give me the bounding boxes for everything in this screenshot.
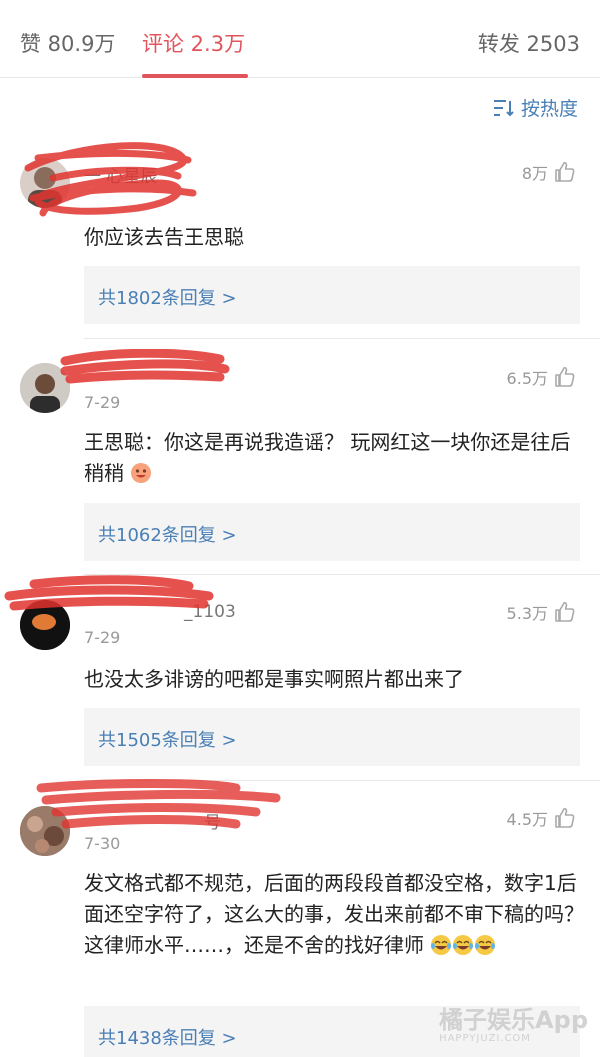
avatar[interactable] — [20, 600, 70, 650]
tears-of-joy-emoji-icon — [475, 935, 496, 955]
username[interactable]: 号 — [84, 808, 221, 833]
replies-count: 共1505条回复 > — [98, 730, 237, 751]
like-count: 6.5万 — [506, 369, 548, 388]
tab-bar: 赞 80.9万 评论 2.3万 转发 2503 — [0, 0, 600, 78]
tears-of-joy-emoji-icon — [431, 935, 452, 955]
sort-by-hot-button[interactable]: 按热度 — [493, 94, 578, 121]
tab-reposts[interactable]: 转发 2503 — [478, 28, 580, 58]
replies-count: 共1438条回复 > — [98, 1028, 237, 1049]
sort-label: 按热度 — [520, 98, 578, 120]
thumbs-up-icon — [555, 366, 575, 387]
username[interactable]: _1103 — [84, 602, 236, 622]
like-button[interactable]: 8万 — [522, 160, 576, 184]
watermark-subtext: HAPPYJUZI.COM — [439, 1033, 531, 1044]
like-button[interactable]: 4.5万 — [507, 806, 576, 830]
replies-count: 共1062条回复 > — [98, 525, 237, 546]
tears-of-joy-emoji-icon — [453, 935, 474, 955]
like-count: 8万 — [521, 164, 548, 183]
divider — [84, 338, 600, 339]
grinning-face-emoji-icon — [131, 463, 152, 483]
divider — [84, 574, 600, 575]
redaction-scribble — [60, 349, 230, 384]
username-visible-part: _1103 — [184, 602, 236, 622]
username[interactable]: 一 心星辰 — [84, 162, 157, 187]
avatar[interactable] — [20, 363, 70, 413]
tab-likes[interactable]: 赞 80.9万 — [20, 28, 115, 58]
divider — [84, 780, 600, 781]
comment-text-content: 发文格式都不规范，后面的两段段首都没空格，数字1后面还空字符了，这么大的事，发出… — [84, 871, 584, 957]
comment-text: 也没太多诽谤的吧都是事实啊照片都出来了 — [84, 667, 464, 691]
thumbs-up-icon — [555, 161, 575, 182]
comment-text: 王思聪：你这是再说我造谣？ 玩网红这一块你还是往后稍稍 — [84, 427, 584, 489]
like-button[interactable]: 6.5万 — [507, 365, 576, 389]
watermark-logo: 橘子娱乐App HAPPYJUZI.COM — [439, 1000, 588, 1044]
avatar[interactable] — [20, 158, 70, 208]
comment-text-content: 王思聪：你这是再说我造谣？ 玩网红这一块你还是往后稍稍 — [84, 430, 571, 485]
like-count: 5.3万 — [506, 604, 548, 623]
tab-comments[interactable]: 评论 2.3万 — [142, 28, 245, 58]
thumbs-up-icon — [555, 601, 575, 622]
replies-count: 共1802条回复 > — [98, 288, 237, 309]
view-replies-button[interactable]: 共1505条回复 > — [84, 708, 580, 766]
watermark-text: 橘子娱乐App — [439, 1006, 588, 1034]
comment-date: 7-29 — [84, 393, 121, 412]
view-replies-button[interactable]: 共1802条回复 > — [84, 266, 580, 324]
like-count: 4.5万 — [506, 810, 548, 829]
like-button[interactable]: 5.3万 — [507, 600, 576, 624]
comment-date: 7-30 — [84, 834, 121, 853]
comment-text: 你应该去告王思聪 — [84, 225, 244, 249]
username-visible-part: 号 — [204, 813, 221, 833]
view-replies-button[interactable]: 共1062条回复 > — [84, 503, 580, 561]
comment-text: 发文格式都不规范，后面的两段段首都没空格，数字1后面还空字符了，这么大的事，发出… — [84, 868, 584, 961]
active-tab-indicator — [142, 74, 248, 78]
sort-icon — [493, 99, 514, 116]
comment-date: 7-29 — [84, 628, 121, 647]
avatar[interactable] — [20, 806, 70, 856]
thumbs-up-icon — [555, 807, 575, 828]
